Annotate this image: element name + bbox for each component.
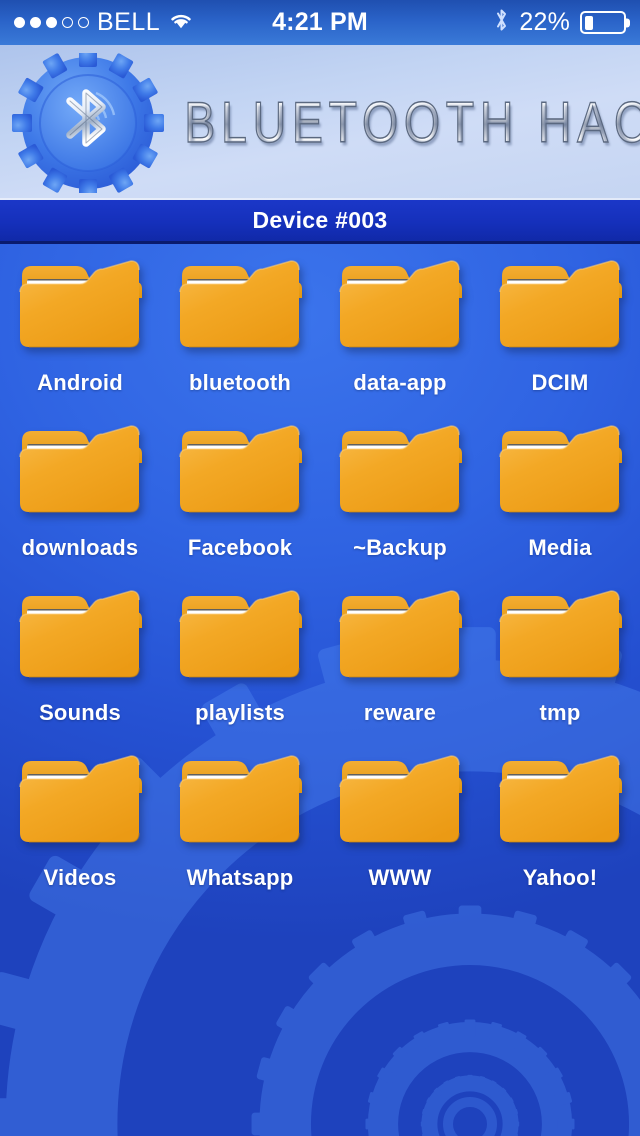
folder-icon[interactable] [178, 747, 302, 851]
device-title-bar: Device #003 [0, 200, 640, 244]
folder-item[interactable]: Whatsapp [160, 747, 320, 912]
status-bar-center: 4:21 PM [272, 8, 368, 37]
signal-dot-1 [14, 17, 25, 28]
wifi-icon [168, 10, 194, 35]
folder-label: bluetooth [189, 370, 291, 395]
folder-icon[interactable] [338, 747, 462, 851]
folder-item[interactable]: DCIM [480, 252, 640, 417]
folder-label: DCIM [531, 370, 589, 395]
page-title: BLUETOOTH HACKER [184, 89, 640, 155]
folder-label: Android [37, 370, 123, 395]
folder-item[interactable]: Android [0, 252, 160, 417]
folder-item[interactable]: Media [480, 417, 640, 582]
clock-label: 4:21 PM [272, 8, 368, 36]
app-header: BLUETOOTH HACKER [0, 45, 640, 200]
folder-icon[interactable] [178, 582, 302, 686]
folder-label: WWW [368, 865, 432, 890]
signal-dot-3 [46, 17, 57, 28]
folder-label: playlists [195, 700, 285, 725]
folder-icon[interactable] [498, 582, 622, 686]
signal-dot-5 [78, 17, 89, 28]
status-bar-left: BELL [14, 8, 272, 37]
file-browser: Android bluetooth data-app DCIM download… [0, 244, 640, 1136]
status-bar: BELL 4:21 PM 22% [0, 0, 640, 45]
folder-item[interactable]: playlists [160, 582, 320, 747]
folder-item[interactable]: Facebook [160, 417, 320, 582]
folder-label: Yahoo! [522, 865, 598, 890]
folder-label: Facebook [187, 535, 293, 560]
folder-icon[interactable] [338, 582, 462, 686]
folder-label: Whatsapp [186, 865, 294, 890]
folder-icon[interactable] [498, 417, 622, 521]
folder-icon[interactable] [498, 747, 622, 851]
folder-item[interactable]: downloads [0, 417, 160, 582]
folder-label: reware [363, 700, 437, 725]
folder-item[interactable]: WWW [320, 747, 480, 912]
folder-icon[interactable] [18, 252, 142, 356]
carrier-label: BELL [97, 8, 161, 36]
folder-icon[interactable] [18, 417, 142, 521]
battery-percent-label: 22% [519, 8, 571, 36]
folder-icon[interactable] [178, 417, 302, 521]
folder-item[interactable]: bluetooth [160, 252, 320, 417]
signal-strength-dots [14, 17, 89, 28]
app-root: BELL 4:21 PM 22% BLUETOOTH HA Device #00… [0, 0, 640, 1136]
folder-label: ~Backup [353, 535, 447, 560]
folder-icon[interactable] [18, 582, 142, 686]
folder-item[interactable]: ~Backup [320, 417, 480, 582]
signal-dot-2 [30, 17, 41, 28]
folder-label: tmp [539, 700, 581, 725]
folder-item[interactable]: Videos [0, 747, 160, 912]
folder-label: data-app [353, 370, 447, 395]
folder-icon[interactable] [498, 252, 622, 356]
folder-label: Videos [43, 865, 117, 890]
battery-icon [580, 11, 627, 34]
folder-label: Media [528, 535, 592, 560]
folder-item[interactable]: tmp [480, 582, 640, 747]
bluetooth-icon [494, 7, 509, 38]
folder-icon[interactable] [178, 252, 302, 356]
status-bar-right: 22% [368, 7, 627, 38]
folder-item[interactable]: reware [320, 582, 480, 747]
folder-icon[interactable] [18, 747, 142, 851]
bluetooth-gear-logo-icon [8, 52, 168, 193]
device-label: Device #003 [252, 207, 388, 233]
folder-label: Sounds [39, 700, 121, 725]
folder-item[interactable]: data-app [320, 252, 480, 417]
folder-grid: Android bluetooth data-app DCIM download… [0, 244, 640, 912]
folder-label: downloads [21, 535, 139, 560]
battery-fill [584, 15, 593, 30]
folder-item[interactable]: Sounds [0, 582, 160, 747]
folder-icon[interactable] [338, 252, 462, 356]
folder-item[interactable]: Yahoo! [480, 747, 640, 912]
folder-icon[interactable] [338, 417, 462, 521]
signal-dot-4 [62, 17, 73, 28]
